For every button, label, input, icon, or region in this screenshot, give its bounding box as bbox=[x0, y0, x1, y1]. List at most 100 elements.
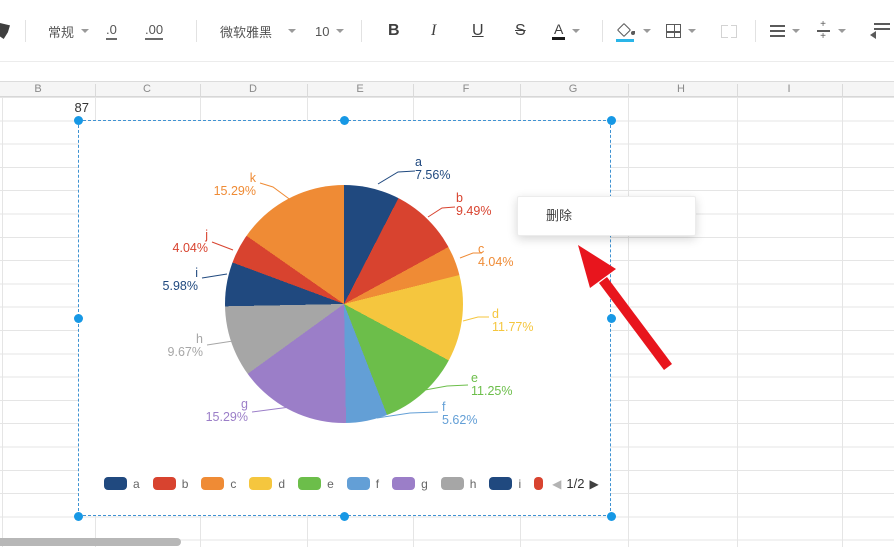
selection-handle-top-right[interactable] bbox=[607, 116, 616, 125]
chevron-down-icon bbox=[792, 29, 800, 33]
chart-canvas[interactable]: a 7.56% b 9.49% c 4.04% d 11.77% e 11.25% f 5.… bbox=[79, 121, 610, 515]
borders-grid-icon bbox=[666, 24, 681, 38]
chevron-down-icon bbox=[572, 29, 581, 33]
pie-label-i: i 5.98% bbox=[162, 266, 198, 293]
font-size-label: 10 bbox=[315, 23, 330, 39]
legend-swatch bbox=[298, 477, 322, 490]
selection-handle-middle-left[interactable] bbox=[74, 314, 83, 323]
grid-column-line bbox=[737, 97, 738, 547]
legend-swatch bbox=[440, 477, 464, 490]
column-header-c[interactable]: C bbox=[127, 83, 167, 95]
font-size-dropdown[interactable]: 10 bbox=[315, 0, 345, 62]
legend-item-a[interactable]: a bbox=[104, 477, 140, 491]
font-color-icon: A bbox=[552, 22, 566, 40]
legend-item-d[interactable]: d bbox=[249, 477, 285, 491]
pie-chart[interactable] bbox=[225, 185, 463, 423]
toolbar: 常规 .0 .00 微软雅黑 10 B I U S A + + bbox=[0, 0, 894, 62]
column-header-g[interactable]: G bbox=[553, 83, 593, 95]
column-headers: B C D E F G H I bbox=[0, 81, 894, 97]
selection-handle-bottom-middle[interactable] bbox=[340, 512, 349, 521]
format-painter-icon[interactable] bbox=[0, 22, 10, 39]
wrap-text-button[interactable] bbox=[870, 0, 890, 62]
column-header-e[interactable]: E bbox=[340, 83, 380, 95]
horizontal-scrollbar-thumb[interactable] bbox=[0, 538, 181, 546]
grid-column-line bbox=[2, 97, 3, 547]
legend-swatch bbox=[534, 477, 544, 490]
legend-item-i[interactable]: i bbox=[489, 477, 521, 491]
legend-swatch bbox=[152, 477, 176, 490]
toolbar-separator bbox=[602, 20, 603, 42]
legend-item-f[interactable]: f bbox=[346, 477, 379, 491]
toolbar-separator bbox=[755, 20, 756, 42]
chevron-down-icon bbox=[81, 29, 90, 33]
chevron-down-icon bbox=[336, 29, 345, 33]
align-lines-icon bbox=[770, 25, 785, 37]
toolbar-separator bbox=[196, 20, 197, 42]
column-header-f[interactable]: F bbox=[446, 83, 486, 95]
pie-label-g: g 15.29% bbox=[205, 397, 248, 424]
pie-label-a: a 7.56% bbox=[415, 155, 451, 182]
context-menu-delete[interactable]: 删除 bbox=[518, 197, 695, 235]
legend-swatch bbox=[104, 477, 127, 490]
selection-handle-middle-right[interactable] bbox=[607, 314, 616, 323]
selection-handle-top-middle[interactable] bbox=[340, 116, 349, 125]
selection-handle-bottom-right[interactable] bbox=[607, 512, 616, 521]
legend-prev-icon[interactable]: ◀ bbox=[552, 477, 561, 491]
underline-button[interactable]: U bbox=[472, 0, 484, 62]
merge-cells-button-disabled bbox=[721, 0, 737, 62]
legend-item-b[interactable]: b bbox=[152, 477, 188, 491]
chevron-down-icon bbox=[643, 29, 651, 33]
pie-label-h: h 9.67% bbox=[167, 332, 203, 359]
fill-color-button[interactable] bbox=[616, 0, 651, 62]
legend-item-c[interactable]: c bbox=[201, 477, 236, 491]
legend-swatch bbox=[249, 477, 273, 490]
strikethrough-button[interactable]: S bbox=[515, 0, 526, 62]
pie-label-e: e 11.25% bbox=[471, 371, 513, 398]
number-format-label: 常规 bbox=[48, 24, 75, 40]
grid-column-line bbox=[628, 97, 629, 547]
legend-item-j-clipped[interactable] bbox=[534, 477, 544, 490]
decrease-decimal-button[interactable]: .00 bbox=[145, 0, 164, 62]
selection-handle-bottom-left[interactable] bbox=[74, 512, 83, 521]
selection-handle-top-left[interactable] bbox=[74, 116, 83, 125]
pie-label-k: k 15.29% bbox=[213, 171, 256, 198]
legend-swatch bbox=[392, 477, 416, 490]
legend-next-icon[interactable]: ▶ bbox=[589, 477, 598, 491]
cell-b1[interactable]: 87 bbox=[0, 100, 89, 115]
column-header-d[interactable]: D bbox=[233, 83, 273, 95]
grid-column-line bbox=[842, 97, 843, 547]
font-name-dropdown[interactable]: 微软雅黑 bbox=[220, 0, 297, 62]
bold-button[interactable]: B bbox=[388, 0, 400, 62]
column-header-i[interactable]: I bbox=[769, 83, 809, 95]
number-format-dropdown[interactable]: 常规 bbox=[48, 0, 90, 62]
pie-label-j: j 4.04% bbox=[172, 228, 208, 255]
paint-bucket-icon bbox=[616, 22, 636, 42]
pie-label-c: c 4.04% bbox=[478, 242, 514, 269]
increase-decimal-button[interactable]: .0 bbox=[106, 0, 117, 62]
legend-swatch bbox=[201, 477, 225, 490]
legend-item-e[interactable]: e bbox=[298, 477, 334, 491]
legend-pager: ◀ 1/2 ▶ bbox=[552, 476, 599, 491]
horizontal-align-button[interactable] bbox=[770, 0, 800, 62]
legend-item-g[interactable]: g bbox=[392, 477, 428, 491]
pie-label-d: d 11.77% bbox=[492, 307, 534, 334]
chart-legend: a b c d e f g h i ◀ 1/2 ▶ bbox=[104, 476, 599, 491]
toolbar-separator bbox=[361, 20, 362, 42]
pie-label-f: f 5.62% bbox=[442, 400, 478, 427]
italic-button[interactable]: I bbox=[431, 0, 436, 62]
borders-button[interactable] bbox=[666, 0, 696, 62]
chevron-down-icon bbox=[288, 29, 297, 33]
legend-item-h[interactable]: h bbox=[440, 477, 476, 491]
column-header-b[interactable]: B bbox=[18, 83, 58, 95]
pie-label-b: b 9.49% bbox=[456, 191, 492, 218]
toolbar-separator bbox=[25, 20, 26, 42]
column-header-h[interactable]: H bbox=[661, 83, 701, 95]
vertical-align-icon: + + bbox=[815, 20, 831, 41]
vertical-align-button[interactable]: + + bbox=[815, 0, 846, 62]
chevron-down-icon bbox=[838, 29, 846, 33]
legend-swatch bbox=[346, 477, 370, 490]
wrap-text-icon bbox=[870, 23, 890, 39]
font-color-button[interactable]: A bbox=[552, 0, 581, 62]
legend-page-indicator: 1/2 bbox=[566, 476, 585, 491]
chevron-down-icon bbox=[688, 29, 696, 33]
